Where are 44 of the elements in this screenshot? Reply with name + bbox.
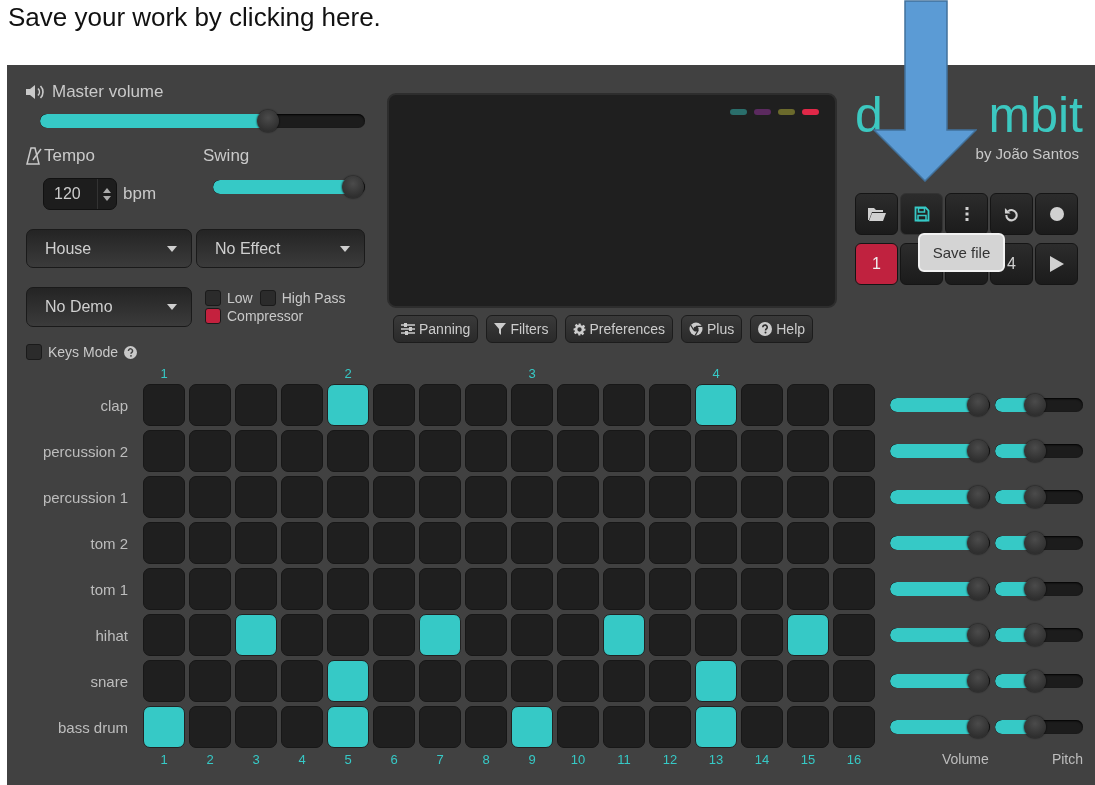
bar-number: 4 — [712, 365, 720, 381]
field-label: Tempo — [44, 146, 96, 166]
track-label: tom 1 — [89, 580, 128, 598]
step-number: 14 — [754, 751, 770, 767]
slider-label: Swing — [203, 146, 250, 166]
step-number: 7 — [436, 751, 444, 767]
track-label: hihat — [94, 626, 128, 644]
step-number: 8 — [482, 751, 490, 767]
step-number: 16 — [846, 751, 862, 767]
step-number: 3 — [252, 751, 260, 767]
bar-number: 2 — [344, 365, 352, 381]
step-number: 1 — [160, 751, 168, 767]
column-label: Pitch — [1051, 751, 1083, 767]
step-number: 11 — [617, 751, 631, 767]
column-label: Volume — [942, 751, 989, 767]
checkbox-label: Compressor — [227, 308, 304, 324]
byline: by João Santos — [975, 145, 1079, 162]
step-number: 10 — [570, 751, 586, 767]
step-number: 6 — [390, 751, 398, 767]
step-number: 4 — [298, 751, 306, 767]
track-label: bass drum — [56, 718, 128, 736]
track-label: snare — [89, 672, 128, 690]
checkbox-label: High Pass — [281, 290, 346, 306]
step-number: 15 — [800, 751, 816, 767]
bar-number: 1 — [160, 365, 168, 381]
unit-label: bpm — [123, 184, 157, 204]
track-label: percussion 2 — [41, 442, 128, 460]
slider-label: Master volume — [52, 82, 164, 102]
checkbox-label: Low — [227, 290, 253, 306]
note-text: Save your work by clicking here. — [8, 2, 381, 32]
step-number: 9 — [528, 751, 536, 767]
track-label: percussion 1 — [41, 488, 128, 506]
tooltip: Save file — [918, 233, 1005, 272]
step-number: 5 — [344, 751, 352, 767]
field-value: 120 — [54, 185, 81, 203]
logo-text: d — [855, 90, 883, 140]
track-label: tom 2 — [89, 534, 128, 552]
bar-number: 3 — [528, 365, 536, 381]
logo-text: mbit — [988, 90, 1083, 140]
step-number: 13 — [708, 751, 724, 767]
step-number: 2 — [206, 751, 214, 767]
track-label: clap — [99, 396, 128, 414]
checkbox-label: Keys Mode — [48, 344, 119, 360]
step-number: 12 — [662, 751, 678, 767]
